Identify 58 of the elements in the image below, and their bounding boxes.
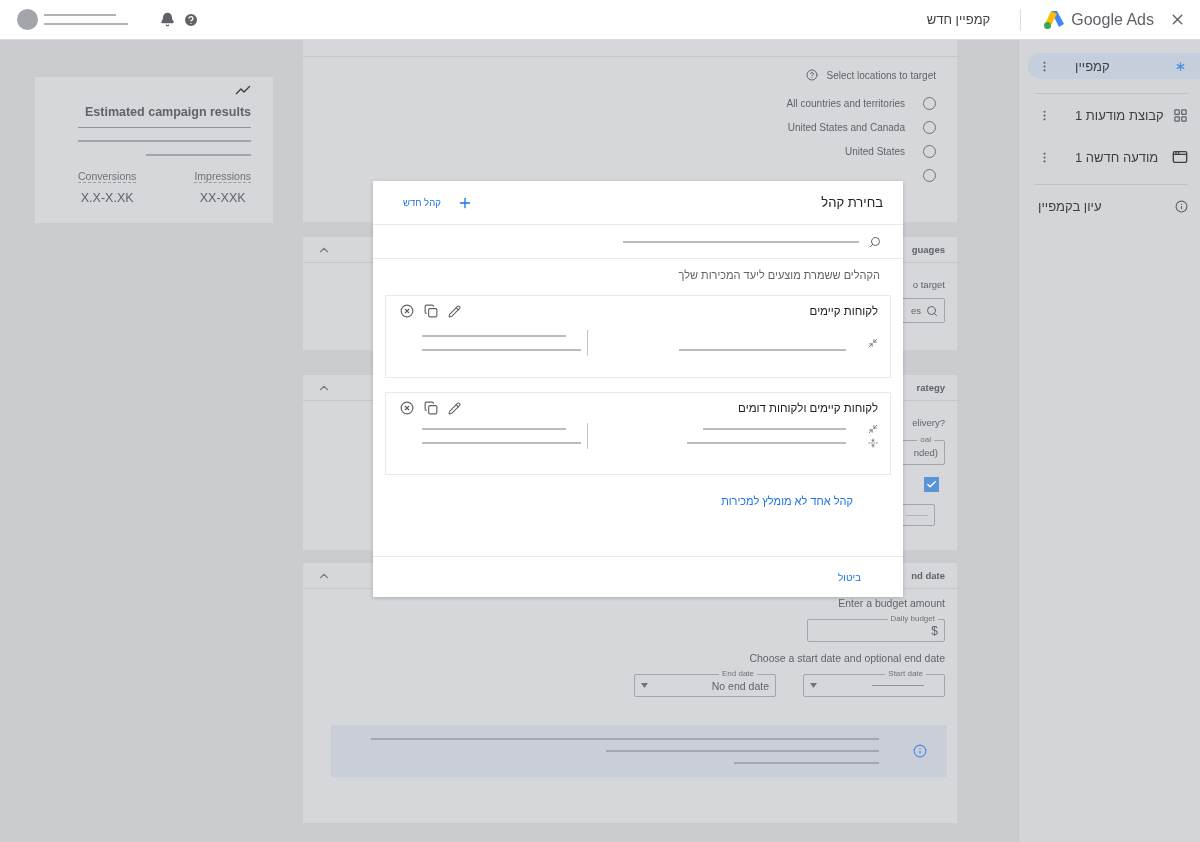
option-label: All countries and territories	[786, 97, 905, 109]
section-prompt: Choose a start date and optional end date	[749, 652, 945, 664]
remove-icon[interactable]	[400, 401, 414, 415]
trend-icon	[235, 85, 251, 95]
product-name: Google Ads	[1071, 10, 1154, 29]
shrink-icon	[868, 424, 878, 434]
dialog-title: בחירת קהל	[821, 195, 883, 210]
info-icon	[1175, 199, 1188, 213]
metric-label: Conversions	[78, 170, 137, 183]
checkbox[interactable]	[924, 477, 939, 492]
card-title: Estimated campaign results	[83, 105, 251, 119]
shrink-icon	[868, 338, 878, 348]
metric-value: XX-XXK	[199, 191, 246, 205]
metric-label: Impressions	[194, 170, 251, 183]
copy-icon[interactable]	[424, 401, 438, 415]
placeholder-line	[906, 514, 928, 516]
not-recommended-link[interactable]: קהל אחד לא מומלץ למכירות	[373, 495, 903, 507]
option-label: United States	[844, 145, 905, 157]
remove-icon[interactable]	[400, 304, 414, 318]
section-prompt: o target	[912, 279, 945, 290]
copy-icon[interactable]	[424, 304, 438, 318]
audience-name: לקוחות קיימים ולקוחות דומים	[738, 402, 878, 414]
placeholder-line	[44, 14, 116, 16]
sidebar-item[interactable]: קמפיין	[1028, 53, 1200, 79]
edit-icon[interactable]	[448, 304, 461, 318]
page-title: קמפיין חדש	[926, 12, 991, 27]
metric-value: X.X-X.XK	[80, 191, 134, 205]
grid-icon	[1173, 107, 1188, 123]
section-title: guages	[911, 244, 945, 255]
notifications-icon[interactable]	[160, 12, 175, 27]
sidebar-item[interactable]: קבוצת מודעות 1	[1028, 102, 1200, 128]
sidebar-item[interactable]: עיון בקמפיין	[1028, 193, 1200, 219]
dropdown-arrow-icon	[641, 683, 648, 688]
audience-card[interactable]: לקוחות קיימים	[385, 295, 891, 378]
search-icon	[926, 304, 938, 317]
placeholder-line	[872, 685, 924, 686]
dialog-description: הקהלים ששמרת מוצעים ליעד המכירות שלך	[677, 268, 881, 283]
help-icon[interactable]	[806, 69, 819, 81]
check-icon	[926, 479, 937, 490]
section-question: elivery?	[912, 417, 945, 428]
cancel-button[interactable]: ביטול	[836, 567, 863, 587]
fold-icon	[868, 438, 878, 448]
new-audience-button[interactable]: קהל חדש	[403, 190, 473, 215]
window-icon	[1172, 149, 1188, 165]
audience-card[interactable]: לקוחות קיימים ולקוחות דומים	[385, 392, 891, 475]
option-label: United States and Canada	[787, 121, 905, 133]
sidebar-item[interactable]: מודעה חדשה 1	[1028, 144, 1200, 170]
dropdown-arrow-icon	[810, 683, 817, 688]
edit-icon[interactable]	[448, 401, 461, 415]
section-title: rategy	[916, 382, 945, 393]
info-icon	[913, 744, 927, 758]
section-prompt: Enter a budget amount	[838, 597, 945, 609]
section-title: nd date	[911, 570, 945, 581]
search-icon	[869, 235, 881, 248]
avatar[interactable]	[17, 9, 38, 30]
section-prompt: Select locations to target	[826, 69, 936, 81]
audience-name: לקוחות קיימים	[809, 305, 878, 317]
google-ads-logo	[1043, 9, 1066, 30]
